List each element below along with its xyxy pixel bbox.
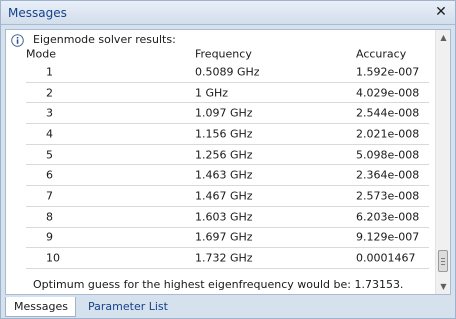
frequency-cell: 1.732 GHz [195,251,253,265]
frequency-cell: 1.603 GHz [195,210,253,224]
vertical-scrollbar[interactable]: ▲ ▼ [435,30,450,294]
tab-parameter-list[interactable]: Parameter List [80,297,176,317]
mode-cell: 2 [46,86,53,100]
frequency-cell: 1.256 GHz [195,148,253,162]
accuracy-cell: 6.203e-008 [356,210,420,224]
accuracy-cell: 1.592e-007 [356,65,420,79]
frequency-cell: 1.097 GHz [195,106,253,120]
table-row: 5 1.256 GHz 5.098e-008 [26,145,429,166]
column-header-mode: Mode [26,47,56,61]
accuracy-cell: 9.129e-007 [356,230,420,244]
accuracy-cell: 4.029e-008 [356,86,420,100]
frequency-cell: 1.697 GHz [195,230,253,244]
grip-line [441,258,445,259]
table-row: 9 1.697 GHz 9.129e-007 [26,228,429,249]
scrollbar-thumb[interactable] [438,250,448,272]
results-header: Eigenmode solver results: [33,33,176,46]
table-row: 2 1 GHz 4.029e-008 [26,83,429,104]
frequency-cell: 1.467 GHz [195,189,253,203]
accuracy-cell: 2.544e-008 [356,106,420,120]
accuracy-cell: 0.0001467 [356,251,416,265]
table-row: 8 1.603 GHz 6.203e-008 [26,207,429,228]
messages-content: Eigenmode solver results: Mode Frequency… [5,29,451,295]
mode-cell: 8 [46,210,53,224]
frequency-cell: 0.5089 GHz [195,65,260,79]
table-row: 4 1.156 GHz 2.021e-008 [26,124,429,145]
mode-cell: 9 [46,230,53,244]
mode-cell: 5 [46,148,53,162]
accuracy-cell: 2.364e-008 [356,168,420,182]
grip-line [441,261,445,262]
mode-cell: 1 [46,65,53,79]
table-row: 3 1.097 GHz 2.544e-008 [26,103,429,125]
table-row: 6 1.463 GHz 2.364e-008 [26,165,429,187]
frequency-cell: 1.156 GHz [195,127,253,141]
column-header-frequency: Frequency [195,47,252,61]
frequency-cell: 1.463 GHz [195,168,253,182]
close-icon[interactable]: ✕ [433,4,449,20]
frequency-cell: 1 GHz [195,86,229,100]
table-row: 1 0.5089 GHz 1.592e-007 [26,62,429,83]
info-icon [11,34,24,47]
scroll-down-arrow-icon[interactable]: ▼ [436,279,450,294]
grip-line [441,264,445,265]
results-table: Mode Frequency Accuracy 1 0.5089 GHz 1.5… [26,46,429,269]
mode-cell: 7 [46,189,53,203]
mode-cell: 3 [46,106,53,120]
tab-messages[interactable]: Messages [5,297,76,317]
mode-cell: 10 [46,251,60,265]
scroll-up-arrow-icon[interactable]: ▲ [436,30,450,45]
table-row: 7 1.467 GHz 2.573e-008 [26,186,429,207]
accuracy-cell: 2.573e-008 [356,189,420,203]
mode-cell: 6 [46,168,53,182]
panel-titlebar: Messages ✕ [1,1,455,25]
column-header-accuracy: Accuracy [356,47,407,61]
accuracy-cell: 5.098e-008 [356,148,420,162]
mode-cell: 4 [46,127,53,141]
optimum-guess-message: Optimum guess for the highest eigenfrequ… [33,278,404,291]
table-header-row: Mode Frequency Accuracy [26,46,429,62]
messages-panel: Messages ✕ Eigenmode solver results: Mod… [0,0,456,319]
table-row: 10 1.732 GHz 0.0001467 [26,248,429,269]
accuracy-cell: 2.021e-008 [356,127,420,141]
panel-title: Messages [8,6,67,20]
